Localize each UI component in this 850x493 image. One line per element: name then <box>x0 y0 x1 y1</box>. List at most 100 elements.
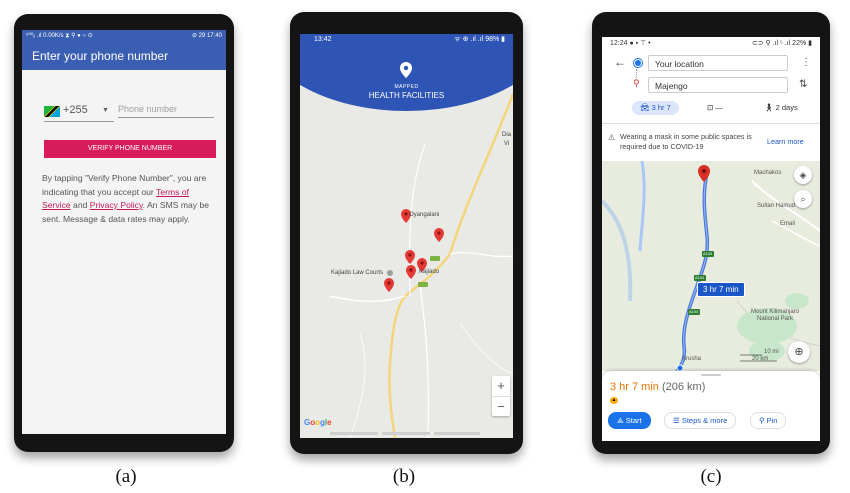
back-arrow-icon[interactable]: ← <box>614 55 626 69</box>
status-time: 13:42 <box>314 36 332 43</box>
terms-text: By tapping "Verify Phone Number", you ar… <box>42 172 220 226</box>
caption-a: (a) <box>115 466 137 487</box>
tanzania-flag-icon[interactable] <box>44 106 60 117</box>
start-label: Start <box>625 416 642 425</box>
status-bar: 13:42 ᯤ ⊕ .ıl .ıl 98% ▮ <box>300 34 513 46</box>
status-left: 12:24 ● ▪ ⊤ • <box>610 40 651 47</box>
road-badge: A104 <box>689 309 699 314</box>
caption-b: (b) <box>392 466 416 487</box>
phone-b-frame: Oyangalani Kajiado Kajiado Law Courts Di… <box>290 12 523 454</box>
recent-apps-icon[interactable]: □ <box>168 432 175 434</box>
phone-a-screen: ⁵⁰⁰ᵢᵢ .ıl 0.00K/s ⧗ ⚲ ● ○ ⊙ ⊘ 29 17:40 E… <box>22 30 226 434</box>
map-label-vi: Vi <box>504 141 510 147</box>
route-time-badge[interactable]: 3 hr 7 min <box>697 282 745 297</box>
google-logo: Google <box>304 418 332 427</box>
dropdown-arrow-icon[interactable]: ▼ <box>102 107 109 114</box>
nav-bar: ◁ ○ □ <box>22 432 226 434</box>
layers-icon[interactable]: ◈ <box>794 166 812 184</box>
warning-icon: ⚠ <box>608 133 616 142</box>
road-badge: A104 <box>695 275 705 280</box>
destination-pin-icon: ⚲ <box>633 78 640 88</box>
zoom-in-button[interactable]: + <box>492 376 510 396</box>
status-right: ⊘ 29 17:40 <box>191 33 222 39</box>
pin-label: Pin <box>766 416 778 425</box>
status-bar: ⁵⁰⁰ᵢᵢ .ıl 0.00K/s ⧗ ⚲ ● ○ ⊙ ⊘ 29 17:40 <box>22 30 226 42</box>
mode-walking[interactable]: 🚶︎ 2 days <box>764 101 798 115</box>
google-logo-letters: Google <box>304 418 332 427</box>
country-code[interactable]: +255 <box>63 104 88 116</box>
my-location-icon[interactable]: ⊕ <box>788 341 810 363</box>
phone-b-screen: Oyangalani Kajiado Kajiado Law Courts Di… <box>300 34 513 438</box>
verify-phone-button[interactable]: VERIFY PHONE NUMBER <box>44 140 216 158</box>
mode-transit-time: — <box>715 103 723 112</box>
covid-notice: ⚠ Wearing a mask in some public spaces i… <box>602 123 820 163</box>
summary: 3 hr 7 min (206 km) <box>610 381 705 393</box>
car-icon: 🚘︎ <box>640 103 652 112</box>
navigate-icon: ⟁ <box>617 416 626 425</box>
location-pin-icon <box>400 62 412 78</box>
map-label-machakos: Machakos <box>754 170 782 176</box>
status-left: ⁵⁰⁰ᵢᵢ .ıl 0.00K/s ⧗ ⚲ ● ○ ⊙ <box>26 33 93 39</box>
learn-more-link[interactable]: Learn more <box>767 137 804 146</box>
terms-and: and <box>70 200 90 210</box>
start-button[interactable]: ⟁ Start <box>608 412 651 429</box>
summary-distance: (206 km) <box>661 381 706 393</box>
destination-field[interactable]: Majengo <box>648 77 788 93</box>
gesture-bar <box>330 432 480 435</box>
caption-c: (c) <box>700 466 722 487</box>
more-options-icon[interactable]: ⋮ <box>801 57 811 68</box>
summary-time: 3 hr 7 min <box>610 381 659 393</box>
route-map-graphics <box>602 161 820 371</box>
status-right: ⊂⊃ ⚲ .ıl ⁵ .ıl 22% ▮ <box>751 40 812 47</box>
app-bar: Enter your phone number <box>22 42 226 70</box>
mode-transit[interactable]: ⊡ — <box>707 101 723 115</box>
covid-text: Wearing a mask in some public spaces is … <box>620 132 752 151</box>
status-right: ᯤ ⊕ .ıl .ıl 98% ▮ <box>454 36 505 43</box>
sheet-handle[interactable] <box>701 374 721 376</box>
road-badge: A104 <box>703 251 713 256</box>
back-icon[interactable]: ◁ <box>70 432 79 434</box>
steps-button[interactable]: ☰ Steps & more <box>664 412 737 429</box>
walk-icon: 🚶︎ <box>764 103 776 112</box>
google-logo-letter: e <box>327 418 332 427</box>
scale-mi: 10 mi <box>764 349 779 355</box>
map-label-law-courts: Kajiado Law Courts <box>331 270 384 276</box>
home-icon[interactable]: ○ <box>119 432 126 434</box>
route-connector <box>636 69 638 77</box>
origin-field[interactable]: Your location <box>648 55 788 71</box>
status-bar: 12:24 ● ▪ ⊤ • ⊂⊃ ⚲ .ıl ⁵ .ıl 22% ▮ <box>602 37 820 51</box>
map-label-dia: Dia <box>502 132 512 138</box>
traffic-icon: ▲ <box>610 397 618 404</box>
country-code-underline <box>44 121 114 122</box>
search-icon[interactable]: ⌕ <box>794 190 812 208</box>
header-title: HEALTH FACILITIES <box>368 91 445 100</box>
map-label-arusha: Arusha <box>682 356 702 362</box>
directions-sheet: 3 hr 7 min (206 km) ▲ ⟁ Start ☰ Steps & … <box>602 371 820 441</box>
list-icon: ☰ <box>673 416 682 425</box>
privacy-link[interactable]: Privacy Policy <box>90 200 143 210</box>
phone-number-input[interactable] <box>118 104 214 118</box>
page-title: Enter your phone number <box>32 49 169 63</box>
route-map[interactable]: Machakos Sultan Hamud Emali Mount Kilima… <box>602 161 820 371</box>
swap-icon[interactable]: ⇅ <box>799 79 807 90</box>
scale-km: 20 km <box>752 356 769 362</box>
map-label-kilimanjaro: Mount Kilimanjaro National Park <box>750 309 800 322</box>
map-label-emali: Emali <box>780 221 796 227</box>
phone-a-frame: ⁵⁰⁰ᵢᵢ .ıl 0.00K/s ⧗ ⚲ ● ○ ⊙ ⊘ 29 17:40 E… <box>14 14 234 452</box>
steps-label: Steps & more <box>681 416 728 425</box>
law-courts-marker[interactable] <box>387 270 393 276</box>
map-label-kajiado: Kajiado <box>419 269 440 275</box>
pin-icon: ⚲ <box>759 416 767 425</box>
map-label-oyangalani: Oyangalani <box>409 212 440 218</box>
zoom-controls: + − <box>492 376 510 416</box>
mode-driving-time: 3 hr 7 <box>651 103 671 112</box>
header-small-text: MAPPED <box>394 84 419 90</box>
phone-c-frame: 12:24 ● ▪ ⊤ • ⊂⊃ ⚲ .ıl ⁵ .ıl 22% ▮ ← ⚲ Y… <box>592 12 830 454</box>
mode-driving[interactable]: 🚘︎ 3 hr 7 <box>632 101 679 115</box>
pin-button[interactable]: ⚲ Pin <box>750 412 787 429</box>
map-label-sultan-hamud: Sultan Hamud <box>757 203 796 209</box>
mode-walking-time: 2 days <box>775 103 798 112</box>
phone-c-screen: 12:24 ● ▪ ⊤ • ⊂⊃ ⚲ .ıl ⁵ .ıl 22% ▮ ← ⚲ Y… <box>602 37 820 441</box>
zoom-out-button[interactable]: − <box>492 396 510 416</box>
origin-dot-icon <box>634 59 642 67</box>
